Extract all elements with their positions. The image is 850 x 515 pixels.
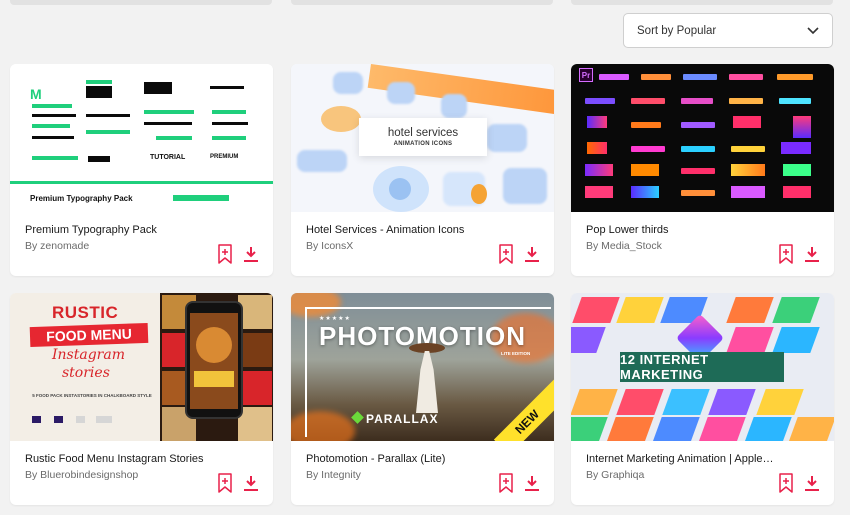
sort-dropdown[interactable]: Sort by Popular — [623, 13, 833, 48]
item-thumbnail[interactable]: ★★★★★ PHOTOMOTION LITE EDITION PARALLAX … — [291, 293, 554, 441]
thumb-premium-text: PREMIUM — [210, 154, 239, 160]
item-card[interactable]: ★★★★★ PHOTOMOTION LITE EDITION PARALLAX … — [291, 293, 554, 505]
thumb-pack-title: Premium Typography Pack — [30, 194, 133, 203]
item-card[interactable]: RUSTIC FOOD MENU Instagram stories 5 FOO… — [10, 293, 273, 505]
item-thumbnail[interactable]: RUSTIC FOOD MENU Instagram stories 5 FOO… — [10, 293, 273, 441]
thumb-subtitle: 5 FOOD PACK INSTASTORIES IN CHALKBOARD S… — [32, 393, 152, 398]
download-icon[interactable] — [524, 475, 540, 492]
thumb-instagram: Instagram — [52, 347, 125, 363]
bookmark-add-icon[interactable] — [217, 244, 233, 264]
card-author[interactable]: By zenomade — [25, 240, 89, 252]
bookmark-add-icon[interactable] — [778, 244, 794, 264]
item-card[interactable]: M TUTORIAL PREMIUM Premium Typography Pa… — [10, 64, 273, 276]
item-thumbnail[interactable]: 12 INTERNET MARKETING — [571, 293, 834, 441]
card-author[interactable]: By Media_Stock — [586, 240, 662, 252]
thumb-rustic: RUSTIC — [52, 303, 119, 322]
premiere-badge: Pr — [579, 68, 593, 82]
thumb-logo-letter: M — [30, 86, 42, 102]
thumb-banner-text: 12 INTERNET MARKETING — [620, 352, 709, 382]
thumb-heading: hotel services — [387, 127, 459, 139]
thumb-subheading: ANIMATION ICONS — [393, 141, 453, 147]
thumb-parallax: PARALLAX — [366, 412, 439, 426]
card-author[interactable]: By Integnity — [306, 469, 361, 481]
item-thumbnail[interactable]: Pr — [571, 64, 834, 212]
download-icon[interactable] — [804, 475, 820, 492]
top-strip — [0, 0, 850, 6]
download-icon[interactable] — [524, 246, 540, 263]
item-card[interactable]: 12 INTERNET MARKETING Internet Marketing… — [571, 293, 834, 505]
chevron-down-icon — [806, 24, 820, 38]
card-author[interactable]: By IconsX — [306, 240, 353, 252]
item-thumbnail[interactable]: hotel services ANIMATION ICONS — [291, 64, 554, 212]
card-author[interactable]: By Graphiqa — [586, 469, 644, 481]
item-card[interactable]: Pr Pop Lower thirds By Media_Stock — [571, 64, 834, 276]
card-title[interactable]: Premium Typography Pack — [25, 224, 157, 236]
thumb-edition: LITE EDITION — [501, 351, 531, 356]
card-title[interactable]: Photomotion - Parallax (Lite) — [306, 453, 445, 465]
bookmark-add-icon[interactable] — [217, 473, 233, 493]
item-card[interactable]: hotel services ANIMATION ICONS Hotel Ser… — [291, 64, 554, 276]
thumb-stories: stories — [62, 365, 110, 381]
bookmark-add-icon[interactable] — [778, 473, 794, 493]
download-icon[interactable] — [804, 246, 820, 263]
thumb-label-box: hotel services ANIMATION ICONS — [359, 118, 487, 156]
sort-dropdown-label: Sort by Popular — [637, 24, 717, 37]
download-icon[interactable] — [243, 475, 259, 492]
card-author[interactable]: By Bluerobindesignshop — [25, 469, 138, 481]
thumb-food-menu: FOOD MENU — [29, 322, 149, 348]
card-title[interactable]: Internet Marketing Animation | Apple Mot… — [586, 453, 776, 465]
thumb-tutorial-text: TUTORIAL — [150, 154, 186, 161]
bookmark-add-icon[interactable] — [498, 244, 514, 264]
card-title[interactable]: Hotel Services - Animation Icons — [306, 224, 464, 236]
thumb-banner: 12 INTERNET MARKETING — [620, 352, 784, 382]
item-thumbnail[interactable]: M TUTORIAL PREMIUM Premium Typography Pa… — [10, 64, 273, 212]
card-title[interactable]: Rustic Food Menu Instagram Stories — [25, 453, 204, 465]
download-icon[interactable] — [243, 246, 259, 263]
bookmark-add-icon[interactable] — [498, 473, 514, 493]
card-title[interactable]: Pop Lower thirds — [586, 224, 669, 236]
